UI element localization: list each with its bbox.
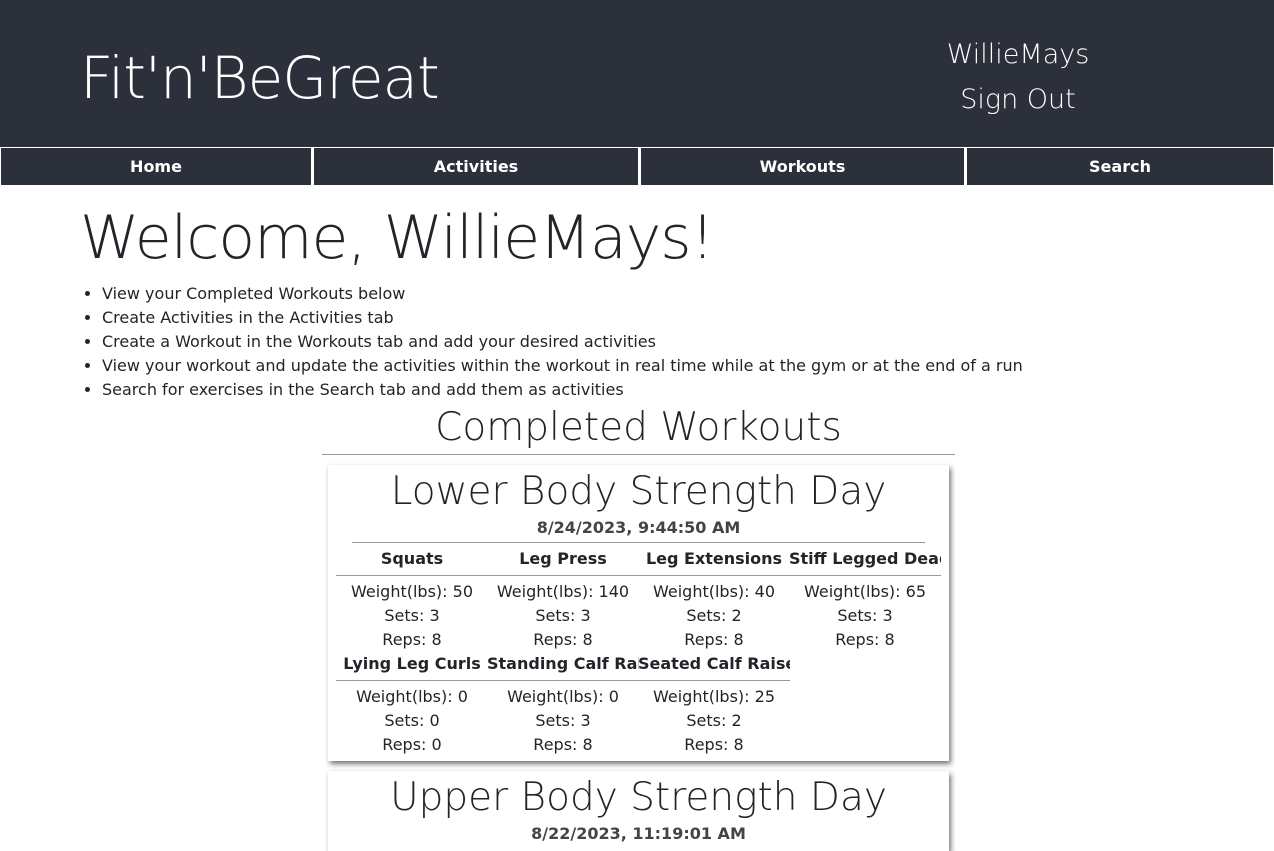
- workout-title: Lower Body Strength Day: [390, 469, 887, 514]
- brand-logo[interactable]: Fit'n'BeGreat: [80, 40, 440, 116]
- activity-item: Squats Weight(lbs): 50 Sets: 3 Reps: 8: [336, 543, 488, 652]
- activity-name: Squats: [336, 543, 488, 576]
- activity-reps: Reps: 8: [835, 630, 895, 649]
- activity-name: Leg Extensions: [638, 543, 790, 576]
- nav-search[interactable]: Search: [965, 147, 1274, 186]
- workout-title: Upper Body Strength Day: [390, 775, 887, 820]
- user-menu: WillieMays Sign Out: [918, 32, 1118, 122]
- activity-weight: Weight(lbs): 0: [356, 687, 468, 706]
- activity-item: Leg Extensions Weight(lbs): 40 Sets: 2 R…: [638, 543, 790, 652]
- activity-item: Lying Leg Curls Weight(lbs): 0 Sets: 0 R…: [336, 648, 488, 757]
- activity-weight: Weight(lbs): 40: [653, 582, 775, 601]
- nav-workouts[interactable]: Workouts: [639, 147, 965, 186]
- activity-reps: Reps: 8: [684, 735, 744, 754]
- activity-sets: Sets: 0: [384, 711, 440, 730]
- workout-card[interactable]: Lower Body Strength Day 8/24/2023, 9:44:…: [328, 465, 949, 761]
- activity-name: Lying Leg Curls: [336, 648, 488, 681]
- sign-out-button[interactable]: Sign Out: [918, 77, 1118, 122]
- activity-sets: Sets: 3: [384, 606, 440, 625]
- list-item: Create a Workout in the Workouts tab and…: [102, 330, 1023, 354]
- activity-name: Standing Calf Rais: [487, 648, 639, 681]
- activity-sets: Sets: 3: [535, 606, 591, 625]
- activity-weight: Weight(lbs): 140: [496, 582, 630, 601]
- nav-activities[interactable]: Activities: [312, 147, 639, 186]
- activity-sets: Sets: 2: [686, 606, 742, 625]
- activity-weight: Weight(lbs): 25: [653, 687, 775, 706]
- activity-item: Leg Press Weight(lbs): 140 Sets: 3 Reps:…: [487, 543, 639, 652]
- app-header: Fit'n'BeGreat WillieMays Sign Out: [0, 0, 1274, 147]
- activity-reps: Reps: 8: [533, 735, 593, 754]
- username-link[interactable]: WillieMays: [918, 32, 1118, 77]
- activity-sets: Sets: 3: [535, 711, 591, 730]
- activity-reps: Reps: 0: [382, 735, 442, 754]
- activity-sets: Sets: 2: [686, 711, 742, 730]
- workout-date: 8/22/2023, 11:19:01 AM: [531, 824, 746, 843]
- list-item: Create Activities in the Activities tab: [102, 306, 1023, 330]
- list-item: View your Completed Workouts below: [102, 282, 1023, 306]
- nav-home[interactable]: Home: [0, 147, 312, 186]
- list-item: View your workout and update the activit…: [102, 354, 1023, 378]
- activity-item: Stiff Legged Dead Weight(lbs): 65 Sets: …: [789, 543, 941, 652]
- activity-name: Seated Calf Raise: [638, 648, 790, 681]
- welcome-heading: Welcome, WillieMays!: [80, 203, 715, 273]
- activity-name: Stiff Legged Dead: [789, 543, 941, 576]
- activity-weight: Weight(lbs): 65: [804, 582, 926, 601]
- activity-weight: Weight(lbs): 50: [351, 582, 473, 601]
- activity-weight: Weight(lbs): 0: [507, 687, 619, 706]
- activity-name: Leg Press: [487, 543, 639, 576]
- activity-item: Standing Calf Rais Weight(lbs): 0 Sets: …: [487, 648, 639, 757]
- main-nav: Home Activities Workouts Search: [0, 147, 1274, 186]
- list-item: Search for exercises in the Search tab a…: [102, 378, 1023, 402]
- instructions-list: View your Completed Workouts below Creat…: [80, 282, 1023, 402]
- workout-date: 8/24/2023, 9:44:50 AM: [536, 518, 741, 537]
- activity-sets: Sets: 3: [837, 606, 893, 625]
- activity-item: Seated Calf Raise Weight(lbs): 25 Sets: …: [638, 648, 790, 757]
- workout-card[interactable]: Upper Body Strength Day 8/22/2023, 11:19…: [328, 771, 949, 851]
- completed-workouts-heading: Completed Workouts: [322, 402, 955, 455]
